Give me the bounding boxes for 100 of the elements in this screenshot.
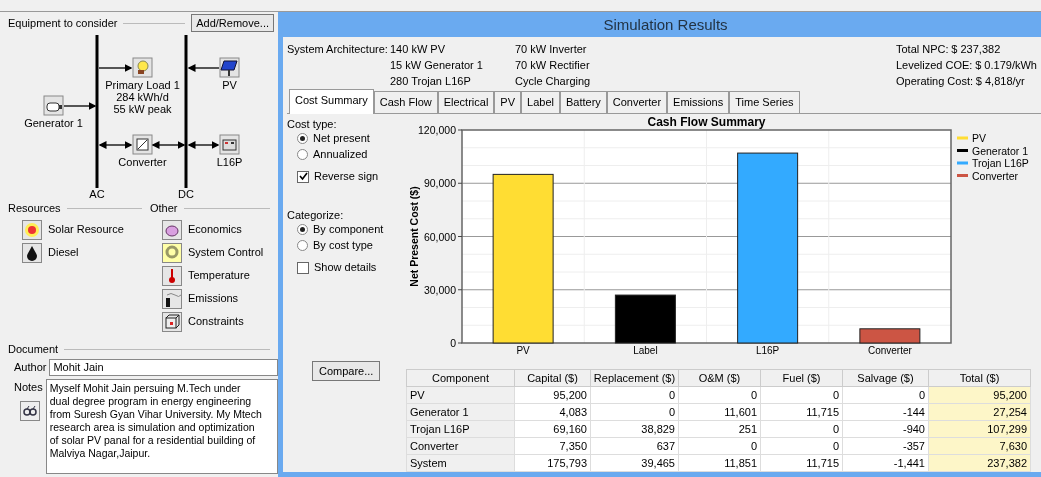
tick-label: 120,000 [418,123,456,136]
bus-label: AC [89,188,105,200]
node-label: PV [222,79,237,91]
legend-label: PV [972,131,986,144]
node-detail: 55 kW peak [113,103,172,115]
sun-icon[interactable] [22,219,42,240]
column-header: Component [406,369,515,387]
column-header: O&M ($) [678,369,761,387]
group-label: Cost type: [287,116,338,131]
radio-button[interactable] [297,149,308,160]
y-tick [457,235,463,237]
radio-button[interactable] [297,224,308,235]
tab[interactable]: Time Series [729,91,800,113]
compare-button[interactable]: Compare... [312,360,381,381]
option-label: Annualized [313,147,368,163]
tab[interactable]: Converter [606,91,668,113]
tick-label: Converter [867,344,912,356]
bus-label: DC [178,188,194,200]
tab[interactable]: Battery [559,91,607,113]
view-button[interactable] [20,401,40,421]
column-header: Fuel ($) [760,369,843,387]
item-label[interactable]: Economics [188,221,242,238]
column-header: Total ($) [928,369,1031,387]
item-label[interactable]: Temperature [188,267,250,284]
item-label[interactable]: Solar Resource [48,221,124,238]
generator-icon[interactable] [43,95,64,116]
connector-arrow [187,64,220,72]
radio-button[interactable] [297,133,308,144]
field-label: Notes [14,380,43,395]
summary-label: Levelized COE: [896,58,973,73]
checkbox[interactable] [297,261,309,274]
tab[interactable]: Emissions [667,91,730,113]
connector-arrow [98,64,133,72]
tick-label: PV [516,344,530,356]
field-label: Author [14,360,47,376]
factory-icon[interactable] [162,288,182,309]
field-label: System Architecture: [287,42,389,57]
node-label: Generator 1 [24,117,83,129]
notes-field[interactable]: Myself Mohit Jain persuing M.Tech under dual degree program in energy engineering from Suresh Gyan Vihar University. My Mtech research area is simulation and optimization of solar PV panal for a residential building of Malviya Nagar,Jaipur. [45,379,278,474]
option-label: Reverse sign [314,169,379,185]
item-label[interactable]: Diesel [48,244,79,261]
radio-button[interactable] [297,240,308,251]
architecture-item: 140 kW PV [390,42,447,57]
thermometer-icon[interactable] [162,265,182,286]
y-tick [457,288,463,290]
item-label[interactable]: Emissions [188,290,239,307]
drop-icon[interactable] [22,242,42,263]
binoculars-icon [23,406,37,416]
architecture-item: 70 kW Rectifier [515,58,591,73]
tab[interactable]: Cash Flow [373,91,438,113]
node-detail: 284 kWh/d [116,91,169,103]
item-label[interactable]: Constraints [188,313,244,330]
option-label: By cost type [313,238,373,254]
option-label: By component [313,222,384,238]
architecture-item: 280 Trojan L16P [390,74,472,89]
node-label: Converter [118,156,167,168]
tab[interactable]: PV [494,91,522,113]
section-title: Document [8,341,59,357]
lightbulb-icon[interactable] [132,57,153,78]
cube-icon[interactable] [162,311,182,332]
column-header: Salvage ($) [842,369,929,387]
converter-icon[interactable] [132,134,153,155]
option-label: Show details [314,260,377,276]
battery-icon[interactable] [219,134,240,155]
chart-title: Cash Flow Summary [647,114,766,129]
tick-label: 90,000 [423,176,456,189]
node-label: L16P [216,156,243,168]
summary-value: $ 0.179/kWh [975,58,1037,73]
node-label: Primary Load 1 [105,79,180,91]
tab[interactable]: Electrical [437,91,495,113]
tick-label: 60,000 [423,230,456,242]
connector-arrow [63,102,97,110]
gear-icon[interactable] [162,242,182,263]
column-header: Capital ($) [514,369,591,387]
item-label[interactable]: System Control [188,244,264,261]
legend-label: Converter [972,169,1019,181]
window-title: Simulation Results [283,14,1041,37]
summary-label: Total NPC: [896,42,949,57]
column-header: Replacement ($) [590,369,679,387]
axis-title: Net Present Cost ($) [408,185,420,287]
tick-label: L16P [755,344,780,356]
architecture-item: 70 kW Inverter [515,42,588,57]
legend-label: Generator 1 [972,144,1029,156]
piggy-bank-icon[interactable] [162,219,182,240]
y-tick [457,342,463,343]
summary-value: $ 4,818/yr [975,74,1025,89]
section-title: Other [150,200,178,216]
tab[interactable]: Label [521,91,560,113]
connector-arrow [98,141,133,149]
tick-label: 0 [450,336,456,349]
solar-panel-icon[interactable] [219,57,240,78]
y-tick [457,129,463,130]
add-remove-button[interactable]: Add/Remove... [191,14,274,32]
tab[interactable]: Cost Summary [289,89,374,114]
author-field[interactable]: Mohit Jain [49,359,278,376]
checkbox[interactable] [297,170,309,183]
architecture-item: Cycle Charging [515,74,592,89]
tick-label: 30,000 [423,283,456,296]
y-tick [457,182,463,184]
section-title: Resources [8,200,61,216]
